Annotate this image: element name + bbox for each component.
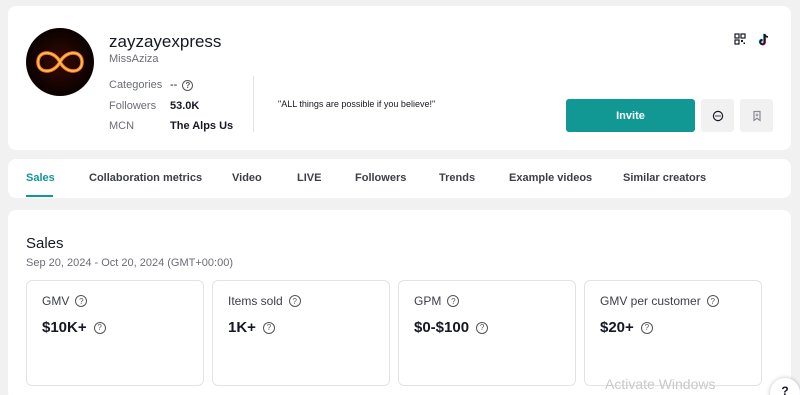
metric-card-items-sold: Items sold? 1K+? [212,280,390,386]
mcn-row: MCN The Alps Us [109,120,233,132]
categories-row: Categories -- ? [109,79,194,91]
tab-example-videos[interactable]: Example videos [509,172,592,184]
creator-profile-card: zayzayexpress MissAziza Categories -- ? … [8,6,791,150]
invite-button[interactable]: Invite [566,99,695,132]
tab-live[interactable]: LIVE [297,172,321,184]
metric-card-gpm: GPM? $0-$100? [398,280,576,386]
metric-label-text: GMV per customer [600,294,701,308]
creator-bio: "ALL things are possible if you believe!… [278,99,436,109]
metric-card-gmv-per-customer: GMV per customer? $20+? [584,280,762,386]
followers-row: Followers 53.0K [109,100,199,112]
help-icon[interactable]: ? [640,321,653,334]
help-icon[interactable]: ? [288,295,301,307]
followers-label: Followers [109,100,157,112]
help-icon[interactable]: ? [262,321,275,334]
sales-section: Sales Sep 20, 2024 - Oct 20, 2024 (GMT+0… [8,210,791,395]
metric-label: GMV per customer? [600,294,719,308]
qr-code-icon[interactable] [731,30,749,48]
metric-value-text: $0-$100 [414,319,470,336]
avatar [26,28,94,96]
metric-label-text: GPM [414,294,442,308]
help-icon[interactable]: ? [476,321,489,334]
divider [253,76,254,132]
help-icon[interactable]: ? [706,295,719,307]
help-icon[interactable]: ? [75,295,88,307]
metric-value: 1K+? [228,319,275,336]
tab-followers[interactable]: Followers [355,172,406,184]
metric-value-text: $20+ [600,319,634,336]
categories-value: -- [170,79,178,91]
help-icon[interactable]: ? [93,321,106,334]
creator-username: zayzayexpress [109,32,222,51]
tab-bar: Sales Collaboration metrics Video LIVE F… [8,159,791,198]
metric-value: $20+? [600,319,653,336]
metric-value: $0-$100? [414,319,489,336]
metric-label: GPM? [414,294,460,308]
metric-label: Items sold? [228,294,301,308]
help-float-button[interactable]: ? [770,378,800,395]
question-icon: ? [781,384,789,395]
tab-trends[interactable]: Trends [439,172,475,184]
metric-label-text: Items sold [228,294,283,308]
windows-activation-watermark: Activate Windows [605,376,716,392]
metric-card-gmv: GMV? $10K+? [26,280,204,386]
tab-sales[interactable]: Sales [26,172,55,184]
creator-nickname: MissAziza [109,53,159,65]
tiktok-icon[interactable] [755,30,773,48]
chat-icon [712,110,723,121]
categories-label: Categories [109,79,163,91]
mcn-label: MCN [109,120,135,132]
active-tab-indicator [26,195,53,197]
tab-similar-creators[interactable]: Similar creators [623,172,706,184]
tab-video[interactable]: Video [232,172,262,184]
metric-value-text: 1K+ [228,319,256,336]
section-title: Sales [26,235,64,252]
date-range: Sep 20, 2024 - Oct 20, 2024 (GMT+00:00) [26,257,233,269]
metric-label: GMV? [42,294,88,308]
bookmark-button[interactable] [740,99,773,132]
help-icon[interactable]: ? [447,295,460,307]
metric-label-text: GMV [42,294,70,308]
metric-value: $10K+? [42,319,106,336]
message-button[interactable] [701,99,734,132]
mcn-value: The Alps Us [170,120,234,132]
help-icon[interactable]: ? [182,79,194,91]
followers-value: 53.0K [170,100,200,112]
tab-collaboration-metrics[interactable]: Collaboration metrics [89,172,202,184]
metric-value-text: $10K+ [42,319,87,336]
bookmark-icon [752,110,761,122]
